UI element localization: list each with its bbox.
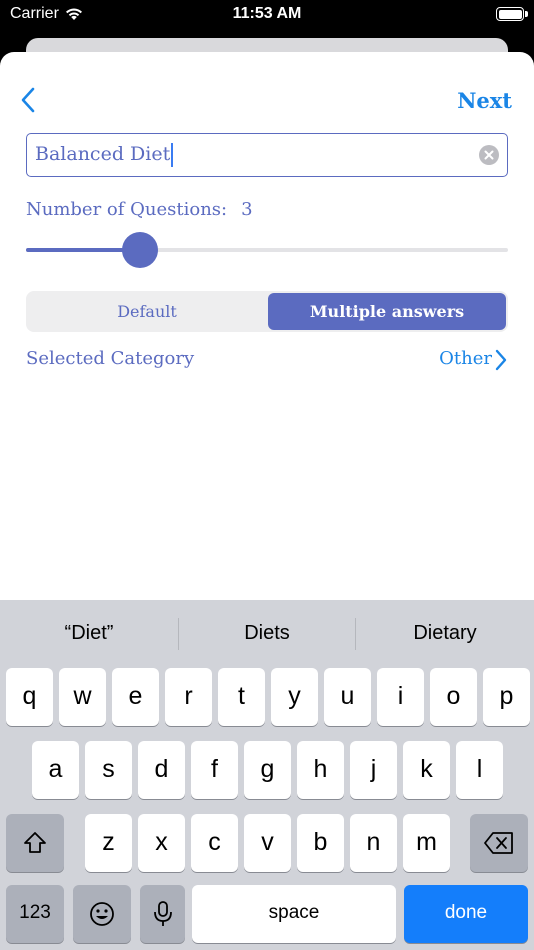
key-d[interactable]: d xyxy=(138,741,185,799)
key-c[interactable]: c xyxy=(191,814,238,872)
key-j[interactable]: j xyxy=(350,741,397,799)
emoji-key[interactable] xyxy=(73,885,131,943)
shift-key[interactable] xyxy=(6,814,64,872)
prediction-3[interactable]: Dietary xyxy=(356,622,534,645)
key-e[interactable]: e xyxy=(112,668,159,726)
category-value[interactable]: Other xyxy=(439,348,492,369)
key-g[interactable]: g xyxy=(244,741,291,799)
category-label: Selected Category xyxy=(26,348,195,369)
segment-default[interactable]: Default xyxy=(28,293,266,330)
done-key[interactable]: done xyxy=(404,885,528,943)
slider-thumb[interactable] xyxy=(122,232,158,268)
segment-multiple-answers[interactable]: Multiple answers xyxy=(268,293,506,330)
next-button[interactable]: Next xyxy=(457,88,512,113)
key-r[interactable]: r xyxy=(165,668,212,726)
key-x[interactable]: x xyxy=(138,814,185,872)
key-u[interactable]: u xyxy=(324,668,371,726)
key-n[interactable]: n xyxy=(350,814,397,872)
status-time: 11:53 AM xyxy=(232,5,302,22)
clear-button[interactable] xyxy=(479,145,499,165)
key-p[interactable]: p xyxy=(483,668,530,726)
questions-count: 3 xyxy=(241,199,253,220)
answer-mode-control: Default Multiple answers xyxy=(26,291,508,332)
key-t[interactable]: t xyxy=(218,668,265,726)
key-l[interactable]: l xyxy=(456,741,503,799)
key-q[interactable]: q xyxy=(6,668,53,726)
quiz-title-field[interactable]: Balanced Diet xyxy=(26,133,508,177)
dictation-key[interactable] xyxy=(140,885,185,943)
numbers-key[interactable]: 123 xyxy=(6,885,64,943)
prediction-2[interactable]: Diets xyxy=(178,622,356,645)
questions-slider[interactable] xyxy=(26,232,508,268)
battery-tip xyxy=(525,11,528,17)
questions-row: Number of Questions: 3 xyxy=(26,199,253,220)
quiz-title-value: Balanced Diet xyxy=(35,143,174,167)
key-a[interactable]: a xyxy=(32,741,79,799)
emoji-icon xyxy=(90,902,114,926)
questions-label: Number of Questions: xyxy=(26,199,228,220)
shift-icon xyxy=(24,832,46,853)
clear-icon xyxy=(484,150,494,160)
key-f[interactable]: f xyxy=(191,741,238,799)
key-o[interactable]: o xyxy=(430,668,477,726)
chevron-right-icon[interactable] xyxy=(494,348,508,372)
prediction-bar: “Diet” Diets Dietary xyxy=(0,600,534,668)
space-key[interactable]: space xyxy=(192,885,396,943)
key-i[interactable]: i xyxy=(377,668,424,726)
key-y[interactable]: y xyxy=(271,668,318,726)
prediction-1[interactable]: “Diet” xyxy=(0,622,178,645)
key-v[interactable]: v xyxy=(244,814,291,872)
category-row[interactable]: Selected Category Other xyxy=(26,346,508,372)
battery-icon xyxy=(496,7,524,21)
text-caret xyxy=(171,143,174,167)
delete-key[interactable] xyxy=(470,814,528,872)
quiz-title-text: Balanced Diet xyxy=(35,143,171,165)
keyboard: “Diet” Diets Dietary qwertyuiop asdfghjkl… xyxy=(0,600,534,950)
status-bar: Carrier 11:53 AM xyxy=(0,0,534,30)
key-m[interactable]: m xyxy=(403,814,450,872)
key-s[interactable]: s xyxy=(85,741,132,799)
key-w[interactable]: w xyxy=(59,668,106,726)
delete-icon xyxy=(484,832,513,854)
back-button[interactable] xyxy=(18,86,42,114)
key-b[interactable]: b xyxy=(297,814,344,872)
key-k[interactable]: k xyxy=(403,741,450,799)
key-z[interactable]: z xyxy=(85,814,132,872)
chevron-left-icon xyxy=(21,87,35,113)
microphone-icon xyxy=(153,901,172,926)
key-h[interactable]: h xyxy=(297,741,344,799)
